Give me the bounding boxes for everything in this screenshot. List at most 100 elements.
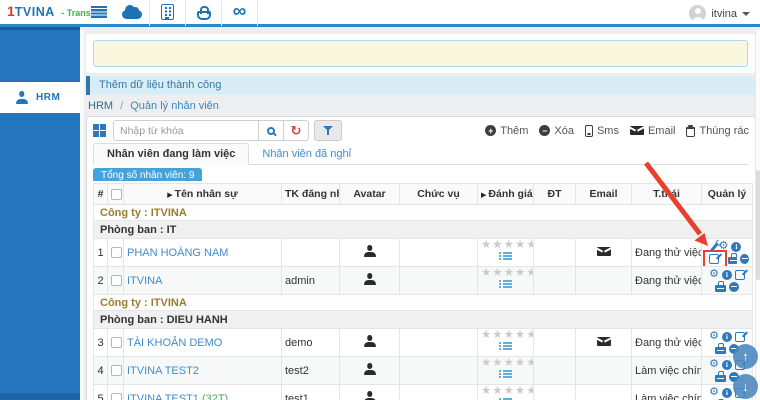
filter-icon <box>323 126 333 136</box>
employee-name-link[interactable]: ITVINA TEST2 <box>127 365 199 377</box>
rating-stars[interactable]: ★★★★★ <box>481 330 530 341</box>
link-nav-button[interactable] <box>222 0 258 26</box>
email-envelope-icon[interactable] <box>597 247 611 256</box>
employee-name-link[interactable]: ITVINA TEST1 <box>127 393 199 400</box>
employee-name-link[interactable]: TÀI KHOẢN DEMO <box>127 337 222 349</box>
col-name[interactable]: Tên nhân sự <box>124 184 282 205</box>
col-manage: Quản lý <box>702 184 753 205</box>
employee-name-link[interactable]: PHAN HOÀNG NAM <box>127 247 228 259</box>
scrollbar-thumb[interactable] <box>756 170 760 280</box>
phone-cell <box>534 267 576 295</box>
col-position[interactable]: Chức vụ <box>400 184 478 205</box>
col-email[interactable]: Email <box>576 184 632 205</box>
gear-icon[interactable] <box>709 387 719 398</box>
company-group-label: Công ty : ITVINA <box>94 295 753 311</box>
col-select <box>108 184 124 205</box>
col-account[interactable]: TK đăng nhập <box>282 184 340 205</box>
email-cell <box>576 385 632 400</box>
info-icon[interactable] <box>731 242 741 252</box>
trash-button[interactable]: Thùng rác <box>686 125 749 137</box>
person-icon <box>15 91 28 104</box>
phone-cell <box>534 385 576 400</box>
breadcrumb-root[interactable]: HRM <box>88 100 113 112</box>
employee-panel: Thêm Xóa Sms Email <box>86 116 756 400</box>
row-checkbox[interactable] <box>111 393 122 400</box>
app-window: 1TVINA - Trans itvina HRM <box>0 0 760 400</box>
email-envelope-icon[interactable] <box>597 337 611 346</box>
app-logo[interactable]: 1TVINA - Trans <box>0 3 84 21</box>
username-label: itvina <box>711 8 737 20</box>
col-avatar: Avatar <box>340 184 400 205</box>
position-cell <box>400 385 478 400</box>
col-status[interactable]: T.thái <box>632 184 702 205</box>
delete-button[interactable]: Xóa <box>539 125 574 137</box>
filter-dropdown-button[interactable] <box>314 120 342 141</box>
scroll-down-button[interactable] <box>733 374 758 399</box>
edit-icon[interactable] <box>709 254 719 264</box>
refresh-button[interactable] <box>284 120 309 141</box>
info-icon[interactable] <box>722 332 732 342</box>
rating-detail-icon[interactable] <box>499 280 512 290</box>
search-input[interactable] <box>113 120 259 141</box>
gear-icon[interactable] <box>709 269 719 280</box>
scrollbar[interactable] <box>755 30 760 400</box>
row-checkbox[interactable] <box>111 365 122 376</box>
col-phone[interactable]: ĐT <box>534 184 576 205</box>
row-checkbox[interactable] <box>111 275 122 286</box>
employee-name-link[interactable]: ITVINA <box>127 275 162 287</box>
sidebar-item-hrm[interactable]: HRM <box>0 82 80 113</box>
sms-button[interactable]: Sms <box>585 125 619 137</box>
remove-icon[interactable] <box>729 282 739 292</box>
menu-toggle-button[interactable] <box>84 0 114 26</box>
row-checkbox[interactable] <box>111 247 122 258</box>
tab-resigned-employees[interactable]: Nhân viên đã nghỉ <box>249 144 364 164</box>
email-button[interactable]: Email <box>630 125 676 137</box>
gear-icon[interactable] <box>709 359 719 370</box>
row-checkbox[interactable] <box>111 337 122 348</box>
cloud-nav-button[interactable] <box>114 0 150 26</box>
row-index: 3 <box>94 329 108 357</box>
status-cell: Đang thử việc <box>632 267 702 295</box>
total-employees-badge: Tổng số nhân viên: 9 <box>93 168 202 181</box>
rating-stars[interactable]: ★★★★★ <box>481 240 530 251</box>
tab-bar: Nhân viên đang làm việc Nhân viên đã ngh… <box>93 143 749 165</box>
table-row: 3 TÀI KHOẢN DEMO demo ★★★★★ Đang thử việ… <box>94 329 753 357</box>
breadcrumb-current[interactable]: Quản lý nhân viên <box>130 100 219 112</box>
avatar-icon <box>364 363 376 375</box>
company-group-row: Công ty : ITVINA <box>94 295 753 311</box>
phone-cell <box>534 239 576 267</box>
edit-icon[interactable] <box>735 270 745 280</box>
bag-nav-button[interactable] <box>186 0 222 26</box>
info-icon[interactable] <box>722 360 732 370</box>
add-button[interactable]: Thêm <box>485 125 528 137</box>
gear-icon[interactable] <box>719 241 729 252</box>
col-rating[interactable]: Đánh giá <box>478 184 534 205</box>
briefcase-icon[interactable] <box>715 285 726 292</box>
plus-circle-icon <box>485 125 496 136</box>
user-menu[interactable]: itvina <box>689 0 750 27</box>
edit-icon[interactable] <box>735 332 745 342</box>
rating-stars[interactable]: ★★★★★ <box>481 358 530 369</box>
rating-detail-icon[interactable] <box>499 342 512 352</box>
remove-icon[interactable] <box>740 254 749 264</box>
briefcase-icon[interactable] <box>728 257 737 264</box>
building-nav-button[interactable] <box>150 0 186 26</box>
avatar-icon <box>364 273 376 285</box>
search-group <box>113 120 309 141</box>
info-icon[interactable] <box>722 270 732 280</box>
tab-working-employees[interactable]: Nhân viên đang làm việc <box>93 143 249 165</box>
select-all-checkbox[interactable] <box>111 189 122 200</box>
rating-stars[interactable]: ★★★★★ <box>481 268 530 279</box>
briefcase-icon[interactable] <box>715 347 726 354</box>
logo-name: TVINA <box>15 5 55 19</box>
rating-detail-icon[interactable] <box>499 252 512 262</box>
gear-icon[interactable] <box>709 331 719 342</box>
table-header-row: # Tên nhân sự TK đăng nhập Avatar Chức v… <box>94 184 753 205</box>
rating-stars[interactable]: ★★★★★ <box>481 386 530 397</box>
search-button[interactable] <box>259 120 284 141</box>
scroll-up-button[interactable] <box>733 344 758 369</box>
info-icon[interactable] <box>722 388 732 398</box>
briefcase-icon[interactable] <box>715 375 726 382</box>
grid-view-icon[interactable] <box>93 124 106 137</box>
rating-detail-icon[interactable] <box>499 370 512 380</box>
